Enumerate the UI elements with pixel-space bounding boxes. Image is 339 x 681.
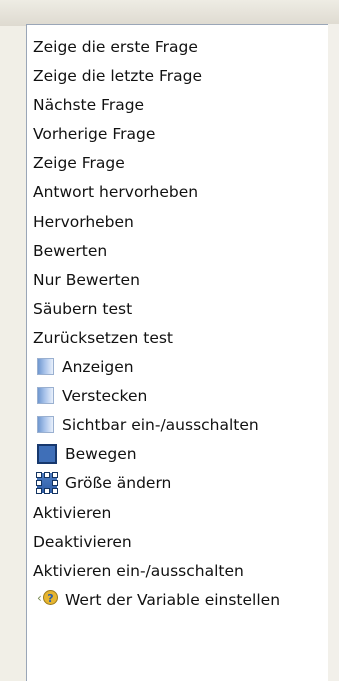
menu-item-previous-question[interactable]: Vorherige Frage	[27, 120, 328, 149]
menu-item-show-question[interactable]: Zeige Frage	[27, 149, 328, 178]
menu-item-label: Nur Bewerten	[33, 270, 140, 289]
menu-item-label: Bewegen	[65, 445, 137, 464]
menu-item-set-variable-value[interactable]: ‹? Wert der Variable einstellen	[27, 586, 328, 615]
right-gutter	[328, 24, 339, 681]
menu-item-show-last-question[interactable]: Zeige die letzte Frage	[27, 62, 328, 91]
menu-item-label: Aktivieren	[33, 503, 112, 522]
blue-square-icon	[37, 416, 54, 434]
menu-item-label: Zeige die erste Frage	[33, 38, 198, 56]
menu-item-label: Zurücksetzen test	[33, 328, 174, 347]
menu-item-label: Vorherige Frage	[33, 125, 156, 144]
menu-item-label: Deaktivieren	[33, 532, 132, 551]
blue-square-icon	[37, 358, 54, 376]
menu-item-label: Wert der Variable einstellen	[65, 590, 281, 609]
window-frame: Zeige die erste Frage Zeige die letzte F…	[0, 0, 339, 681]
menu-item-label: Sichtbar ein-/ausschalten	[62, 416, 259, 435]
menu-item-label: Säubern test	[33, 299, 133, 318]
menu-item-toggle-visibility[interactable]: Sichtbar ein-/ausschalten	[27, 411, 328, 440]
menu-item-grade-only[interactable]: Nur Bewerten	[27, 266, 328, 295]
menu-item-label: Größe ändern	[65, 474, 172, 493]
menu-item-highlight-answer[interactable]: Antwort hervorheben	[27, 178, 328, 207]
menu-item-label: Aktivieren ein-/ausschalten	[33, 561, 244, 580]
menu-item-reset-test[interactable]: Zurücksetzen test	[27, 324, 328, 353]
menu-item-label: Nächste Frage	[33, 96, 145, 115]
action-menu: Zeige die erste Frage Zeige die letzte F…	[27, 25, 328, 615]
menu-item-clear-test[interactable]: Säubern test	[27, 295, 328, 324]
variable-question-icon: ‹?	[37, 590, 58, 608]
menu-item-toggle-activation[interactable]: Aktivieren ein-/ausschalten	[27, 557, 328, 586]
menu-item-next-question[interactable]: Nächste Frage	[27, 91, 328, 120]
menu-item-highlight[interactable]: Hervorheben	[27, 208, 328, 237]
top-bar	[0, 0, 339, 26]
menu-item-deactivate[interactable]: Deaktivieren	[27, 528, 328, 557]
menu-item-label: Bewerten	[33, 241, 108, 260]
menu-item-label: Zeige Frage	[33, 154, 125, 173]
menu-item-label: Zeige die letzte Frage	[33, 67, 203, 86]
menu-item-resize[interactable]: Größe ändern	[27, 469, 328, 498]
menu-item-label: Verstecken	[62, 387, 148, 406]
menu-item-label: Anzeigen	[62, 358, 134, 377]
menu-item-label: Hervorheben	[33, 212, 134, 231]
menu-item-show[interactable]: Anzeigen	[27, 353, 328, 382]
menu-item-activate[interactable]: Aktivieren	[27, 499, 328, 528]
menu-item-grade[interactable]: Bewerten	[27, 237, 328, 266]
action-menu-panel: Zeige die erste Frage Zeige die letzte F…	[26, 24, 328, 681]
menu-item-hide[interactable]: Verstecken	[27, 382, 328, 411]
blue-square-icon	[37, 387, 54, 405]
menu-item-move[interactable]: Bewegen	[27, 440, 328, 469]
resize-icon	[36, 471, 58, 494]
menu-item-show-first-question[interactable]: Zeige die erste Frage	[27, 33, 328, 62]
move-icon	[37, 443, 57, 464]
menu-item-label: Antwort hervorheben	[33, 183, 199, 202]
